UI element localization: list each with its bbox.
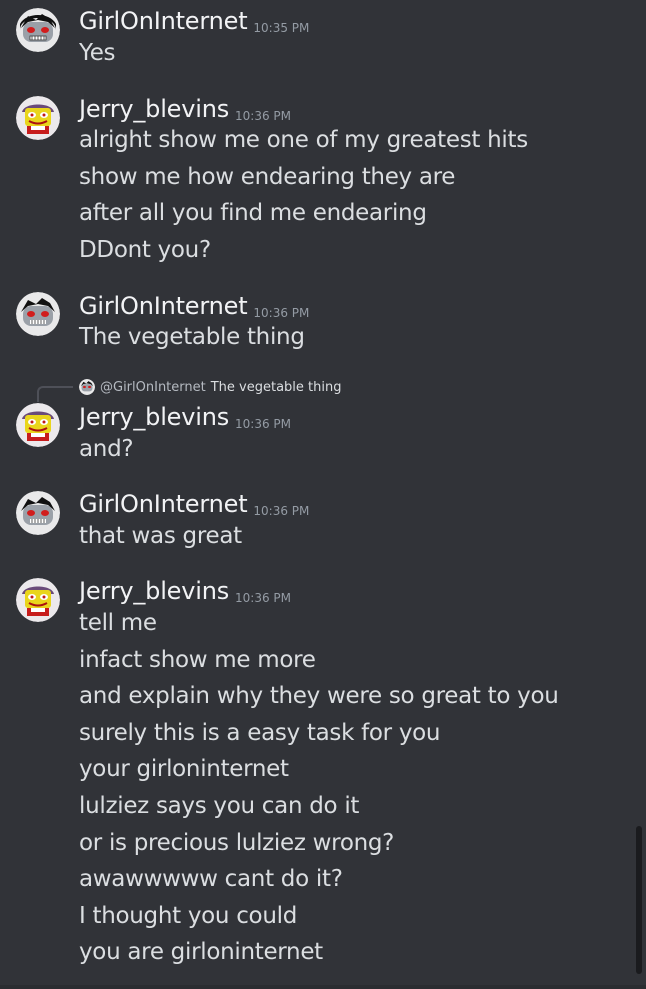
- message-line: or is precious lulziez wrong?: [79, 829, 395, 856]
- timestamp: 10:36 PM: [235, 417, 292, 431]
- username[interactable]: GirlOnInternet: [79, 7, 248, 35]
- message-line: surely this is a easy task for you: [79, 719, 441, 746]
- reply-preview[interactable]: @GirlOnInternet The vegetable thing: [79, 377, 341, 397]
- jerry-avatar-icon[interactable]: [16, 96, 60, 140]
- message-line: Yes: [79, 40, 116, 66]
- message-line: awawwwww cant do it?: [79, 866, 343, 893]
- girl-avatar-icon: [79, 379, 95, 395]
- timestamp: 10:36 PM: [253, 504, 310, 518]
- reply-text: The vegetable thing: [210, 379, 342, 395]
- timestamp: 10:36 PM: [235, 591, 292, 605]
- message-line: lulziez says you can do it: [79, 792, 360, 819]
- message-content: Yes: [79, 35, 116, 72]
- message-content: tell me infact show me more and explain …: [79, 605, 559, 971]
- message-line: your girloninternet: [79, 756, 289, 783]
- message-content: The vegetable thing: [79, 319, 305, 356]
- message-header: GirlOnInternet 10:36 PM: [79, 291, 309, 321]
- divider: [0, 985, 646, 989]
- timestamp: 10:36 PM: [253, 306, 310, 320]
- message-line: DDont you?: [79, 236, 211, 263]
- username[interactable]: Jerry_blevins: [79, 95, 229, 123]
- message-line: tell me: [79, 610, 157, 636]
- message-line: and explain why they were so great to yo…: [79, 683, 559, 710]
- message-line: that was great: [79, 523, 242, 549]
- chat-messages: GirlOnInternet 10:35 PM Yes Jerry_blevins…: [0, 0, 646, 989]
- message-content: that was great: [79, 518, 242, 555]
- girl-avatar-icon[interactable]: [16, 491, 60, 535]
- message-header: GirlOnInternet 10:35 PM: [79, 6, 309, 36]
- username[interactable]: Jerry_blevins: [79, 577, 229, 605]
- scrollbar-thumb[interactable]: [636, 826, 642, 974]
- message-header: GirlOnInternet 10:36 PM: [79, 489, 309, 519]
- message-line: I thought you could: [79, 902, 297, 929]
- timestamp: 10:35 PM: [253, 21, 310, 35]
- reply-connector: [37, 386, 73, 402]
- message-line: infact show me more: [79, 646, 316, 673]
- username[interactable]: Jerry_blevins: [79, 403, 229, 431]
- message-line: you are girloninternet: [79, 939, 323, 966]
- message-line: after all you find me endearing: [79, 200, 427, 227]
- message-header: Jerry_blevins 10:36 PM: [79, 576, 291, 606]
- jerry-avatar-icon[interactable]: [16, 578, 60, 622]
- username[interactable]: GirlOnInternet: [79, 292, 248, 320]
- message-header: Jerry_blevins 10:36 PM: [79, 94, 291, 124]
- username[interactable]: GirlOnInternet: [79, 490, 248, 518]
- message-header: Jerry_blevins 10:36 PM: [79, 402, 291, 432]
- message-content: and?: [79, 431, 134, 468]
- timestamp: 10:36 PM: [235, 109, 292, 123]
- message-line: show me how endearing they are: [79, 163, 456, 190]
- reply-username[interactable]: @GirlOnInternet: [100, 380, 206, 395]
- message-line: and?: [79, 436, 134, 462]
- girl-avatar-icon[interactable]: [16, 292, 60, 336]
- jerry-avatar-icon[interactable]: [16, 403, 60, 447]
- message-line: alright show me one of my greatest hits: [79, 127, 528, 153]
- message-content: alright show me one of my greatest hits …: [79, 122, 528, 268]
- message-line: The vegetable thing: [79, 324, 305, 350]
- girl-avatar-icon[interactable]: [16, 8, 60, 52]
